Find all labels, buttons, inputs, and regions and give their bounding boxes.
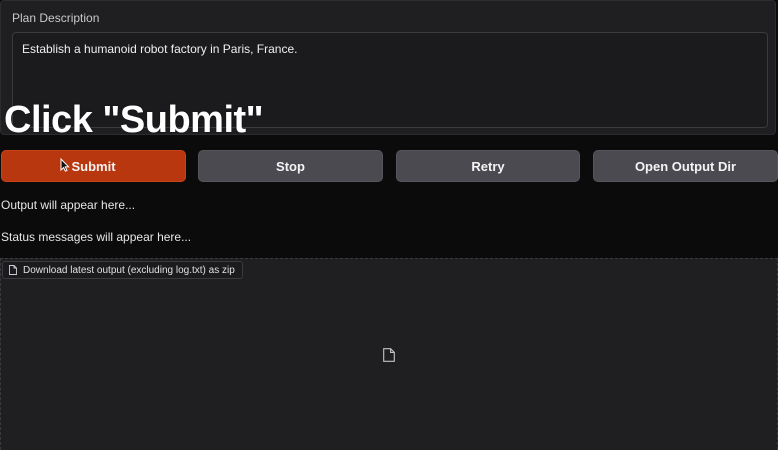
retry-button-label: Retry xyxy=(471,158,505,174)
output-placeholder: Output will appear here... xyxy=(1,198,136,212)
download-zip-link[interactable]: Download latest output (excluding log.tx… xyxy=(2,261,243,279)
stop-button[interactable]: Stop xyxy=(198,150,383,182)
status-messages: Status messages will appear here... xyxy=(1,230,192,244)
submit-button[interactable]: Submit xyxy=(1,150,186,182)
download-zip-label: Download latest output (excluding log.tx… xyxy=(23,264,235,276)
open-output-dir-button-label: Open Output Dir xyxy=(634,158,737,174)
retry-button[interactable]: Retry xyxy=(396,150,580,182)
file-upload-icon xyxy=(383,348,395,362)
plan-description-label: Plan Description xyxy=(12,11,100,25)
file-icon xyxy=(9,265,17,275)
app-root: Plan Description Establish a humanoid ro… xyxy=(0,0,778,450)
stop-button-label: Stop xyxy=(276,158,305,174)
open-output-dir-button[interactable]: Open Output Dir xyxy=(593,150,778,182)
submit-button-label: Submit xyxy=(71,158,116,174)
mouse-cursor-icon xyxy=(60,158,70,172)
instruction-caption: Click "Submit" xyxy=(4,99,264,141)
